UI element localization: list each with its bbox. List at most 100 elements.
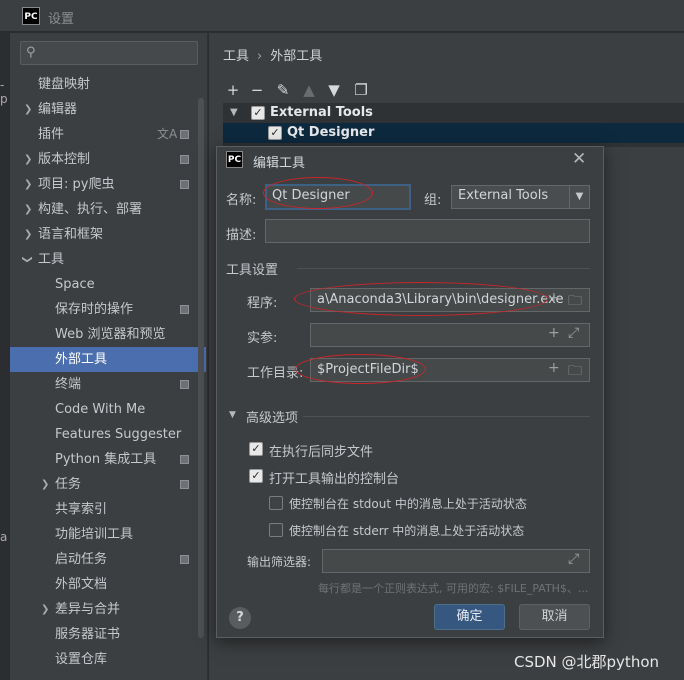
- collapse-arrow-icon[interactable]: ▼: [229, 410, 236, 420]
- sidebar-scrollbar[interactable]: [198, 98, 204, 638]
- ok-button[interactable]: 确定: [434, 604, 505, 630]
- sidebar-item-external-tools[interactable]: 外部工具: [10, 347, 206, 372]
- browse-folder-icon[interactable]: 🗀: [568, 360, 582, 384]
- bg-label: a: [0, 530, 8, 544]
- stdout-label: 使控制台在 stdout 中的消息上处于活动状态: [289, 497, 527, 511]
- open-console-checkbox[interactable]: ✓: [249, 469, 263, 483]
- sidebar-item-keymap[interactable]: 键盘映射: [10, 72, 206, 97]
- sidebar-item-diff-merge[interactable]: ❯ 差异与合并: [10, 597, 206, 622]
- app-logo-icon: PC: [226, 151, 243, 168]
- sidebar-item-features-suggester[interactable]: Features Suggester: [10, 422, 206, 447]
- sidebar-item-shared-indexes[interactable]: 共享索引: [10, 497, 206, 522]
- tool-item-row[interactable]: ✓ Qt Designer: [223, 123, 684, 143]
- chevron-right-icon: ❯: [24, 229, 33, 240]
- section-divider: [303, 416, 590, 417]
- sidebar-item-save-actions[interactable]: 保存时的操作: [10, 297, 206, 322]
- project-scope-icon: [180, 555, 189, 564]
- settings-search[interactable]: ⚲: [20, 41, 198, 65]
- chevron-down-icon: ▼: [230, 107, 238, 118]
- background-window-strip: -p a: [0, 33, 10, 680]
- tool-group-checkbox[interactable]: ✓: [251, 106, 265, 120]
- settings-sidebar: ⚲ 键盘映射 ❯ 编辑器 插件 文A ❯ 版本控制 ❯ 项目: py爬虫 ❯ 构…: [10, 33, 208, 680]
- sidebar-item-label: Space: [55, 277, 95, 292]
- sidebar-item-label: 插件: [38, 127, 65, 142]
- copy-icon[interactable]: ❐: [351, 80, 371, 100]
- insert-macro-icon[interactable]: +: [548, 325, 560, 341]
- output-filter-field[interactable]: [322, 549, 590, 573]
- breadcrumb-parent[interactable]: 工具: [223, 49, 249, 64]
- annotation-ellipse: [294, 282, 548, 316]
- sidebar-item-label: Features Suggester: [55, 427, 182, 442]
- chevron-right-icon: ❯: [24, 154, 33, 165]
- sidebar-item-label: 任务: [55, 477, 82, 492]
- description-label: 描述:: [226, 228, 257, 243]
- arguments-label: 实参:: [247, 331, 278, 346]
- sidebar-item-terminal[interactable]: 终端: [10, 372, 206, 397]
- expand-icon[interactable]: ⤢: [568, 551, 579, 567]
- remove-icon[interactable]: −: [247, 80, 267, 100]
- close-icon[interactable]: ✕: [572, 149, 586, 169]
- sidebar-item-python-tools[interactable]: Python 集成工具: [10, 447, 206, 472]
- cancel-button[interactable]: 取消: [519, 604, 590, 630]
- sidebar-item-label: Code With Me: [55, 402, 146, 417]
- sidebar-item-vcs[interactable]: ❯ 版本控制: [10, 147, 206, 172]
- sidebar-item-label: 保存时的操作: [55, 302, 134, 317]
- tool-group-row[interactable]: ▼ ✓ External Tools: [223, 103, 684, 123]
- sidebar-item-label: 外部工具: [55, 352, 108, 367]
- sidebar-item-editor[interactable]: ❯ 编辑器: [10, 97, 206, 122]
- tool-item-checkbox[interactable]: ✓: [268, 126, 282, 140]
- help-icon[interactable]: ?: [229, 607, 251, 629]
- sidebar-item-feature-trainer[interactable]: 功能培训工具: [10, 522, 206, 547]
- description-field[interactable]: [265, 219, 590, 243]
- sidebar-item-server-certs[interactable]: 服务器证书: [10, 622, 206, 647]
- sidebar-item-tools[interactable]: ❯ 工具: [10, 247, 206, 272]
- sidebar-item-label: 终端: [55, 377, 82, 392]
- sidebar-item-code-with-me[interactable]: Code With Me: [10, 397, 206, 422]
- group-select-value: External Tools: [458, 188, 549, 203]
- chevron-right-icon: ❯: [24, 179, 33, 190]
- move-up-icon[interactable]: ▲: [299, 80, 319, 100]
- expand-icon[interactable]: ⤢: [568, 325, 579, 341]
- sidebar-item-external-docs[interactable]: 外部文档: [10, 572, 206, 597]
- sidebar-item-space[interactable]: Space: [10, 272, 206, 297]
- stdout-checkbox[interactable]: [269, 496, 283, 510]
- project-scope-icon: [180, 155, 189, 164]
- project-scope-icon: [180, 480, 189, 489]
- sidebar-item-label: Web 浏览器和预览: [55, 327, 166, 342]
- breadcrumb: 工具 › 外部工具: [223, 45, 322, 64]
- sidebar-item-build[interactable]: ❯ 构建、执行、部署: [10, 197, 206, 222]
- sidebar-item-web-browsers[interactable]: Web 浏览器和预览: [10, 322, 206, 347]
- sidebar-item-label: 功能培训工具: [55, 527, 134, 542]
- sidebar-item-label: 共享索引: [55, 502, 108, 517]
- breadcrumb-separator: ›: [257, 49, 263, 64]
- edit-icon[interactable]: ✎: [273, 80, 293, 100]
- insert-macro-icon[interactable]: +: [548, 360, 560, 376]
- group-label: 组:: [424, 193, 442, 208]
- sidebar-item-tasks[interactable]: ❯ 任务: [10, 472, 206, 497]
- add-icon[interactable]: +: [223, 80, 243, 100]
- advanced-options-heading[interactable]: 高级选项: [246, 407, 298, 426]
- search-input[interactable]: [45, 44, 193, 62]
- sidebar-item-startup-tasks[interactable]: 启动任务: [10, 547, 206, 572]
- sidebar-item-settings-repo[interactable]: 设置仓库: [10, 647, 206, 672]
- browse-folder-icon[interactable]: 🗀: [568, 290, 582, 314]
- sidebar-item-project[interactable]: ❯ 项目: py爬虫: [10, 172, 206, 197]
- app-logo-icon: PC: [22, 7, 40, 25]
- tool-item-label: Qt Designer: [287, 125, 375, 140]
- sidebar-item-languages[interactable]: ❯ 语言和框架: [10, 222, 206, 247]
- stderr-checkbox[interactable]: [269, 523, 283, 537]
- sidebar-item-plugins[interactable]: 插件 文A: [10, 122, 206, 147]
- group-select[interactable]: External Tools ▼: [451, 185, 590, 209]
- sync-files-checkbox[interactable]: ✓: [249, 442, 263, 456]
- sidebar-item-label: 键盘映射: [38, 77, 91, 92]
- insert-macro-icon[interactable]: +: [548, 290, 560, 306]
- dropdown-arrow-icon: ▼: [569, 186, 589, 208]
- section-divider: [297, 268, 590, 269]
- sidebar-item-label: 启动任务: [55, 552, 108, 567]
- move-down-icon[interactable]: ▼: [324, 80, 344, 100]
- sidebar-item-label: 服务器证书: [55, 627, 121, 642]
- tool-group-label: External Tools: [270, 105, 373, 120]
- chevron-right-icon: ❯: [24, 204, 33, 215]
- dialog-title: 编辑工具: [253, 156, 306, 171]
- breadcrumb-current: 外部工具: [270, 49, 323, 64]
